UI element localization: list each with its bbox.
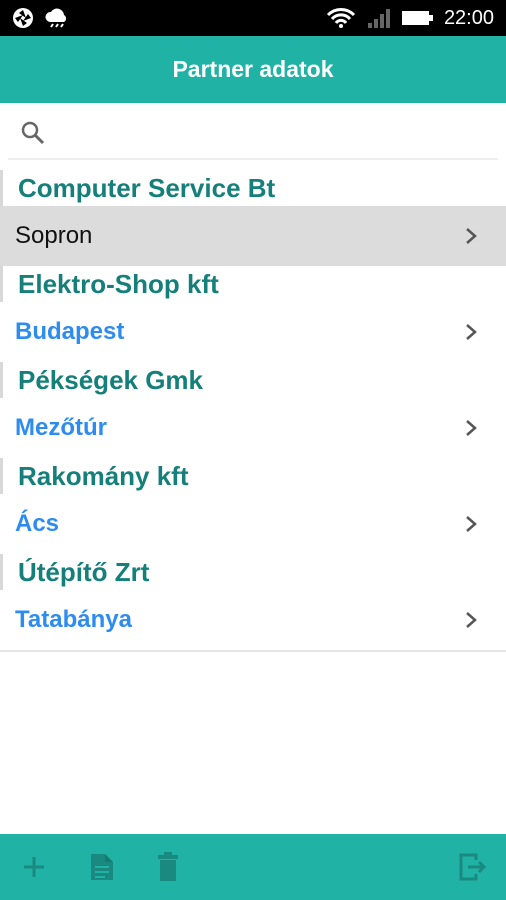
list-divider <box>0 650 506 652</box>
partner-city: Ács <box>15 510 60 537</box>
partner-name[interactable]: Útépítő Zrt <box>0 554 506 590</box>
partner-city: Mezőtúr <box>15 414 107 441</box>
app-header: Partner adatok <box>0 36 506 103</box>
status-bar: 22:00 <box>0 0 506 36</box>
partner-list: Computer Service Bt Sopron Elektro-Shop … <box>0 170 506 652</box>
partner-item[interactable]: Pékségek Gmk Mezőtúr <box>0 362 506 458</box>
cloud-icon <box>44 8 70 28</box>
signal-icon <box>366 7 392 29</box>
aperture-icon <box>12 7 34 29</box>
trash-icon[interactable] <box>148 847 188 887</box>
exit-icon[interactable] <box>452 847 492 887</box>
chevron-right-icon <box>464 418 478 438</box>
bottom-toolbar <box>0 834 506 900</box>
partner-item[interactable]: Rakomány kft Ács <box>0 458 506 554</box>
partner-name[interactable]: Computer Service Bt <box>0 170 506 206</box>
chevron-right-icon <box>464 322 478 342</box>
partner-item[interactable]: Computer Service Bt Sopron <box>0 170 506 266</box>
partner-city-row[interactable]: Mezőtúr <box>0 398 506 458</box>
chevron-right-icon <box>464 514 478 534</box>
add-icon[interactable] <box>14 847 54 887</box>
chevron-right-icon <box>464 610 478 630</box>
partner-city-row[interactable]: Budapest <box>0 302 506 362</box>
partner-item[interactable]: Elektro-Shop kft Budapest <box>0 266 506 362</box>
partner-city-row[interactable]: Tatabánya <box>0 590 506 650</box>
page-title: Partner adatok <box>172 56 334 82</box>
partner-item[interactable]: Útépítő Zrt Tatabánya <box>0 554 506 650</box>
search-icon[interactable] <box>20 120 46 151</box>
document-icon[interactable] <box>82 847 122 887</box>
wifi-icon <box>326 7 356 29</box>
partner-city: Tatabánya <box>15 606 132 633</box>
partner-city: Budapest <box>15 318 125 345</box>
partner-name[interactable]: Rakomány kft <box>0 458 506 494</box>
search-input[interactable] <box>56 115 498 155</box>
partner-city-row[interactable]: Ács <box>0 494 506 554</box>
status-time: 22:00 <box>443 6 494 29</box>
search-bar[interactable] <box>8 112 498 160</box>
partner-name[interactable]: Elektro-Shop kft <box>0 266 506 302</box>
battery-icon <box>401 9 434 27</box>
chevron-right-icon <box>464 226 478 246</box>
partner-city-row[interactable]: Sopron <box>0 206 506 266</box>
partner-name[interactable]: Pékségek Gmk <box>0 362 506 398</box>
partner-city: Sopron <box>15 222 93 249</box>
